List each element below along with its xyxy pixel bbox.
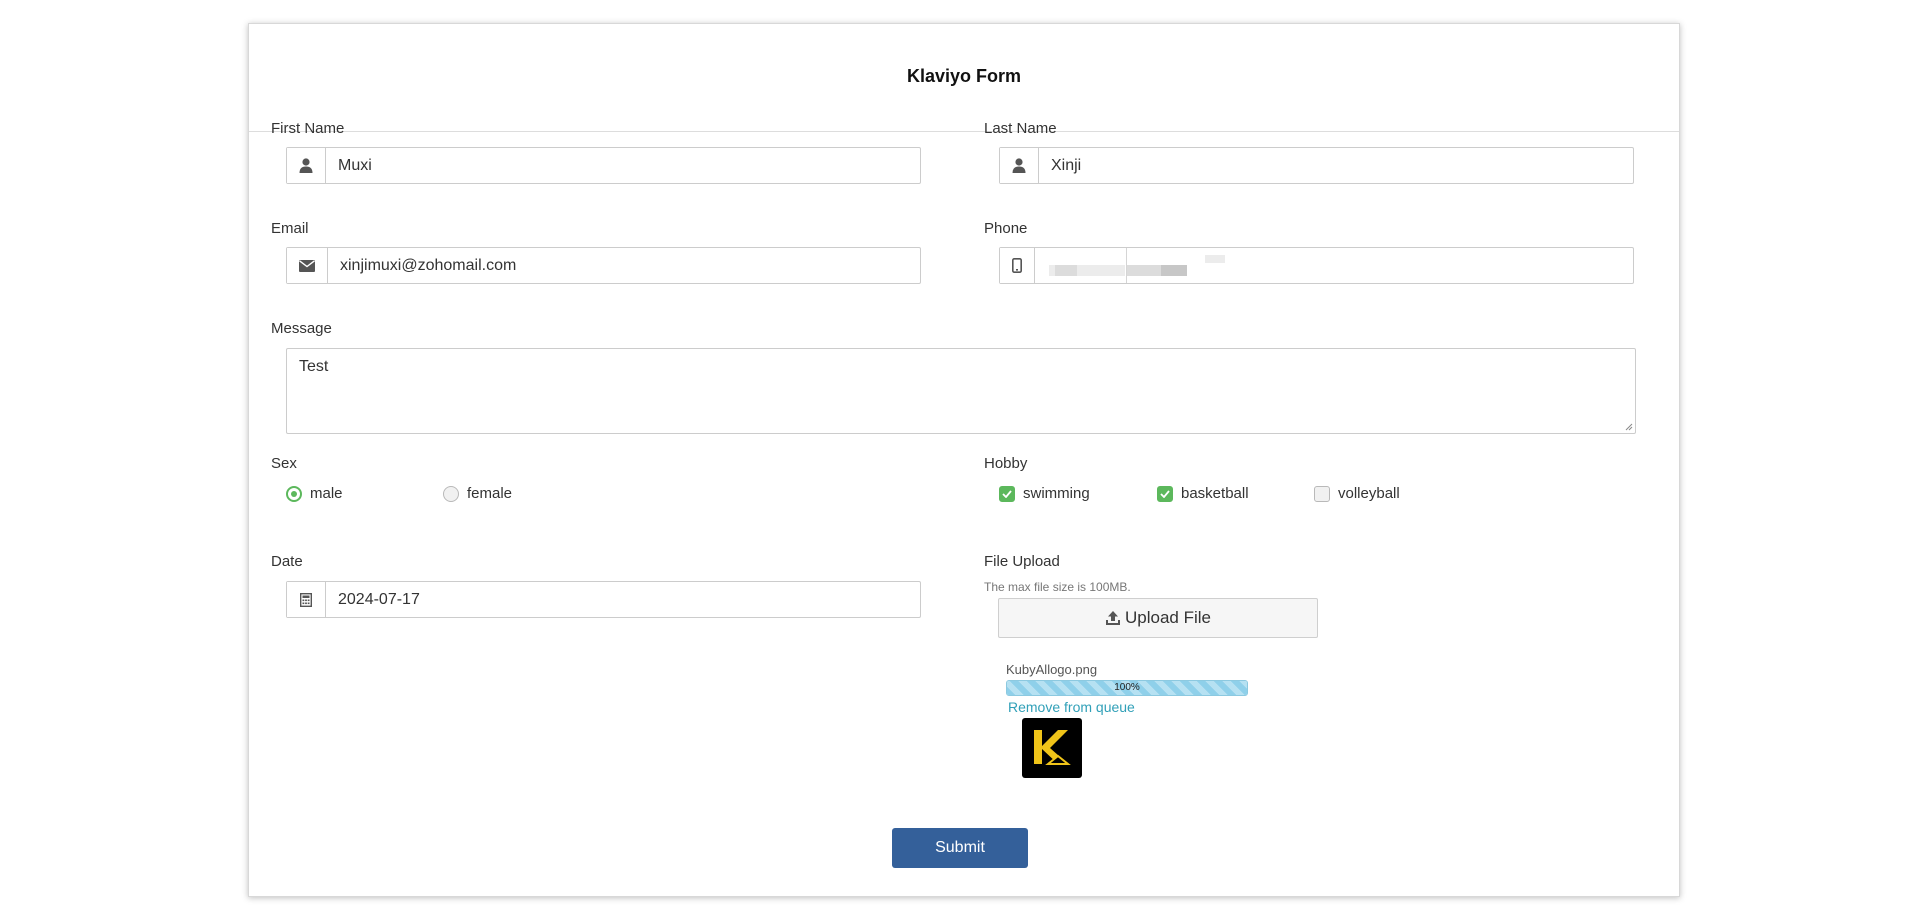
radio-selected-icon[interactable] — [286, 485, 302, 502]
radio-male-label: male — [310, 485, 343, 502]
upload-progress-bar: 100% — [1006, 680, 1248, 696]
date-label: Date — [271, 553, 303, 570]
mobile-phone-icon — [1000, 248, 1035, 283]
resize-grip-icon[interactable] — [1625, 423, 1633, 431]
first-name-input[interactable]: Muxi — [326, 148, 920, 183]
checkbox-volleyball[interactable]: volleyball — [1314, 485, 1400, 502]
checkbox-checked-icon[interactable] — [1157, 485, 1173, 502]
radio-male[interactable]: male — [286, 485, 343, 502]
sex-label: Sex — [271, 455, 297, 472]
uploaded-image-thumbnail — [1022, 718, 1082, 778]
form-title: Klaviyo Form — [906, 66, 1022, 86]
last-name-input[interactable]: Xinji — [1039, 148, 1633, 183]
user-icon — [287, 148, 326, 183]
checkbox-volleyball-label: volleyball — [1338, 485, 1400, 502]
title-divider — [249, 131, 1679, 132]
radio-unselected-icon[interactable] — [443, 485, 459, 502]
file-name: KubyAllogo.png — [1006, 662, 1098, 677]
checkbox-unchecked-icon[interactable] — [1314, 485, 1330, 502]
remove-from-queue-link[interactable]: Remove from queue — [1008, 699, 1135, 715]
submit-button[interactable]: Submit — [892, 828, 1028, 868]
message-textarea[interactable]: Test — [286, 348, 1636, 434]
email-label: Email — [271, 220, 309, 237]
date-field[interactable]: 2024-07-17 — [286, 581, 921, 618]
file-size-hint: The max file size is 100MB. — [984, 580, 1131, 594]
first-name-field[interactable]: Muxi — [286, 147, 921, 184]
upload-icon — [1106, 611, 1120, 625]
user-icon — [1000, 148, 1039, 183]
email-input[interactable]: xinjimuxi@zohomail.com — [328, 248, 920, 283]
radio-female[interactable]: female — [443, 485, 512, 502]
checkbox-swimming-label: swimming — [1023, 485, 1090, 502]
phone-field[interactable] — [999, 247, 1634, 284]
checkbox-swimming[interactable]: swimming — [999, 485, 1090, 502]
calculator-icon — [287, 582, 326, 617]
first-name-label: First Name — [271, 120, 345, 137]
upload-file-button-label: Upload File — [1125, 608, 1211, 627]
hobby-label: Hobby — [984, 455, 1028, 472]
last-name-label: Last Name — [984, 120, 1057, 137]
phone-label: Phone — [984, 220, 1028, 237]
checkbox-basketball-label: basketball — [1181, 485, 1249, 502]
upload-progress-text: 100% — [1114, 682, 1140, 693]
phone-input[interactable] — [1035, 248, 1633, 283]
last-name-field[interactable]: Xinji — [999, 147, 1634, 184]
file-upload-label: File Upload — [984, 553, 1060, 570]
checkbox-basketball[interactable]: basketball — [1157, 485, 1249, 502]
upload-file-button[interactable]: Upload File — [998, 598, 1318, 638]
email-field[interactable]: xinjimuxi@zohomail.com — [286, 247, 921, 284]
checkbox-checked-icon[interactable] — [999, 485, 1015, 502]
message-text: Test — [299, 358, 329, 375]
envelope-icon — [287, 248, 328, 283]
date-input[interactable]: 2024-07-17 — [326, 582, 920, 617]
message-label: Message — [271, 320, 332, 337]
radio-female-label: female — [467, 485, 513, 502]
